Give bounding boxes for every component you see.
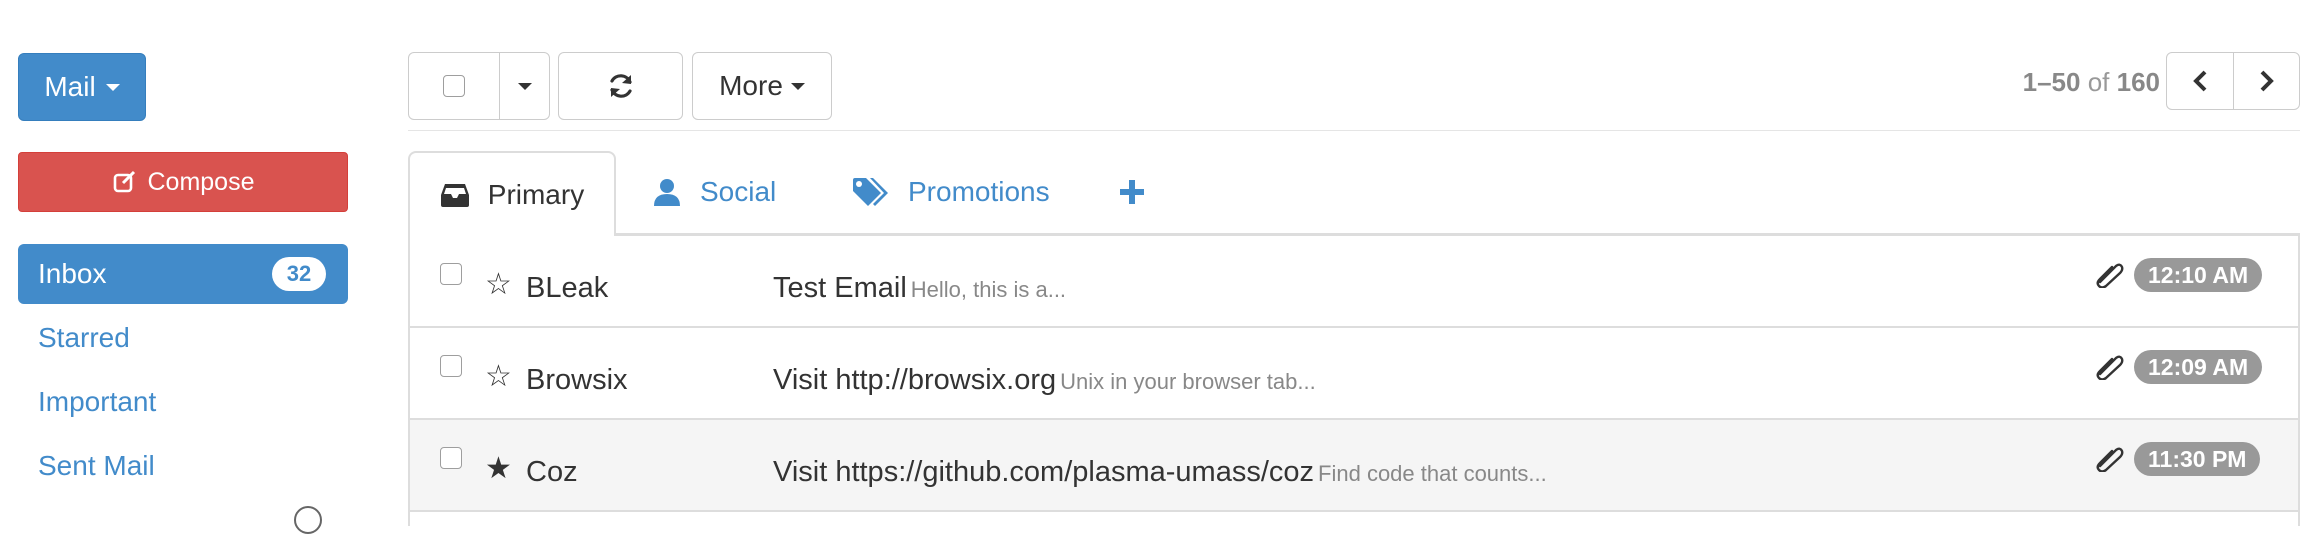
star-filled-icon[interactable]: ★ <box>485 454 512 484</box>
tab-promotions[interactable]: Promotions <box>852 151 1050 233</box>
star-outline-icon[interactable]: ☆ <box>485 362 512 392</box>
sidebar-item-important[interactable]: Important <box>38 382 156 422</box>
tab-social[interactable]: Social <box>652 151 776 233</box>
select-all-checkbox-button[interactable] <box>408 52 500 120</box>
email-subject: Visit https://github.com/plasma-umass/co… <box>773 456 1315 488</box>
paperclip-icon <box>2094 262 2124 293</box>
email-sender: Browsix <box>526 364 628 396</box>
unread-count-badge: 32 <box>272 257 326 291</box>
pagination-of: of <box>2087 66 2110 97</box>
email-sender: Coz <box>526 456 578 488</box>
email-sender: BLeak <box>526 272 609 304</box>
caret-down-icon <box>790 82 805 90</box>
email-checkbox[interactable] <box>440 355 462 377</box>
star-outline-icon[interactable]: ☆ <box>485 270 512 300</box>
select-all-checkbox[interactable] <box>443 75 465 97</box>
paperclip-icon <box>2094 354 2124 385</box>
more-button-label: More <box>719 70 783 101</box>
sidebar-item-label: Inbox <box>38 258 107 289</box>
refresh-button[interactable] <box>558 52 683 120</box>
next-page-button[interactable] <box>2233 52 2300 110</box>
plus-icon <box>1120 180 1144 204</box>
email-subject: Test Email <box>773 272 907 304</box>
email-checkbox[interactable] <box>440 263 462 285</box>
chevron-right-icon <box>2260 70 2274 92</box>
email-subject: Visit http://browsix.org <box>773 364 1057 396</box>
chevron-left-icon <box>2193 70 2207 92</box>
pagination-total: 160 <box>2116 66 2160 97</box>
mail-dropdown-button[interactable]: Mail <box>18 53 146 121</box>
email-row[interactable] <box>410 328 2298 420</box>
email-preview: Hello, this is a... <box>910 277 1067 302</box>
mail-button-label: Mail <box>44 71 96 102</box>
caret-down-icon <box>517 82 532 90</box>
email-row[interactable] <box>410 236 2298 328</box>
caret-down-icon <box>105 83 120 91</box>
sidebar-item-label: Starred <box>38 322 130 353</box>
sidebar-item-starred[interactable]: Starred <box>38 318 130 358</box>
paperclip-icon <box>2094 446 2124 477</box>
compose-label: Compose <box>147 167 255 196</box>
pagination-range: 1–50 <box>2022 66 2081 97</box>
email-time-badge: 12:10 AM <box>2134 258 2263 292</box>
tab-label: Promotions <box>908 176 1050 207</box>
previous-page-button[interactable] <box>2166 52 2234 110</box>
sidebar-item-sent-mail[interactable]: Sent Mail <box>38 446 155 486</box>
email-subject-line: Visit http://browsix.org Unix in your bro… <box>773 364 1316 397</box>
email-time-badge: 12:09 AM <box>2134 350 2263 384</box>
user-icon <box>654 179 680 206</box>
tags-icon <box>853 178 888 206</box>
pagination-info: 1–50 of 160 <box>2023 62 2160 102</box>
toolbar-divider <box>408 130 2300 131</box>
partial-icon <box>294 506 322 534</box>
tab-label: Primary <box>487 178 585 210</box>
sidebar-item-label: Sent Mail <box>38 450 155 481</box>
email-subject-line: Test Email Hello, this is a... <box>773 272 1066 305</box>
select-options-dropdown[interactable] <box>499 52 550 120</box>
tab-primary[interactable]: Primary <box>408 151 616 236</box>
compose-button[interactable]: Compose <box>18 152 348 212</box>
tab-add[interactable] <box>1118 151 1146 233</box>
sidebar-item-inbox[interactable]: Inbox 32 <box>18 244 348 304</box>
email-checkbox[interactable] <box>440 447 462 469</box>
email-subject-line: Visit https://github.com/plasma-umass/co… <box>773 456 1547 489</box>
inbox-icon <box>440 183 469 207</box>
tab-label: Social <box>700 176 777 207</box>
sidebar-item-label: Important <box>38 386 157 417</box>
more-dropdown-button[interactable]: More <box>692 52 832 120</box>
email-preview: Unix in your browser tab... <box>1060 369 1316 394</box>
edit-icon <box>113 170 135 193</box>
refresh-icon <box>609 74 632 98</box>
email-time-badge: 11:30 PM <box>2134 442 2261 476</box>
email-preview: Find code that counts... <box>1318 461 1547 486</box>
